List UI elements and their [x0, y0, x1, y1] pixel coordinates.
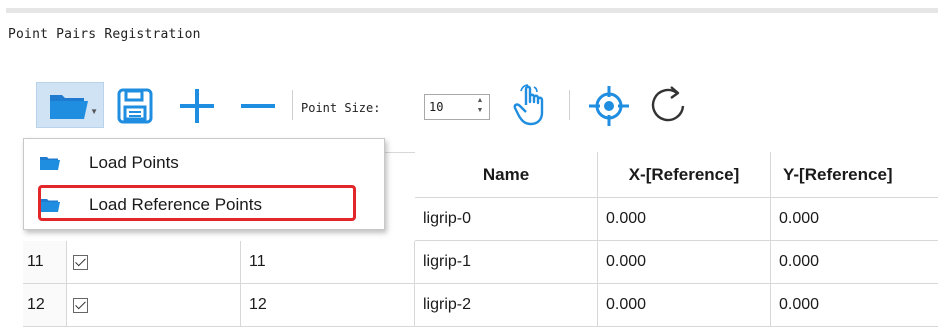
point-size-spinbox[interactable]: 10 ▲ ▼	[424, 94, 490, 120]
menu-item-load-points[interactable]: Load Points	[24, 145, 384, 181]
toolbar-separator	[292, 90, 293, 120]
menu-item-label: Load Points	[89, 153, 179, 172]
window-title: Point Pairs Registration	[8, 27, 201, 42]
column-header-name[interactable]: Name	[415, 152, 598, 198]
minus-icon	[241, 104, 275, 108]
column-header-x-reference[interactable]: X-[Reference]	[598, 152, 771, 198]
folder-icon	[40, 157, 60, 170]
point-size-label: Point Size:	[301, 101, 381, 115]
table-cell-name[interactable]: ligrip-1	[415, 241, 598, 284]
table-cell-y-reference[interactable]: 0.000	[771, 198, 938, 241]
open-dropdown-menu: Load Points Load Reference Points	[23, 138, 385, 230]
row-checkbox[interactable]	[73, 254, 88, 270]
save-icon	[117, 88, 153, 124]
toolbar-separator	[569, 90, 570, 120]
table-cell-name[interactable]: ligrip-2	[415, 284, 598, 327]
pick-point-button[interactable]	[585, 82, 633, 130]
crosshair-icon	[589, 86, 629, 126]
toolbar: ▼ Point Size: 10 ▲ ▼	[0, 76, 938, 136]
spin-down-icon[interactable]: ▼	[473, 106, 487, 116]
top-divider	[6, 8, 938, 13]
open-folder-icon	[50, 95, 88, 119]
row-checkbox[interactable]	[73, 297, 88, 313]
row-header[interactable]: 12	[23, 284, 67, 327]
refresh-button[interactable]	[645, 82, 693, 130]
table-cell-y-reference[interactable]: 0.000	[771, 241, 938, 284]
spin-up-icon[interactable]: ▲	[473, 96, 487, 106]
remove-point-button[interactable]	[236, 84, 280, 128]
hand-pointer-icon	[513, 84, 544, 126]
table-cell-checkbox[interactable]	[67, 241, 241, 284]
point-size-value[interactable]: 10	[429, 100, 443, 114]
save-button[interactable]	[113, 84, 157, 128]
table-cell-x-reference[interactable]: 0.000	[598, 284, 771, 327]
add-point-button[interactable]	[175, 84, 219, 128]
table-cell-id[interactable]: 11	[241, 241, 415, 284]
table-cell-x-reference[interactable]: 0.000	[598, 198, 771, 241]
table-cell-checkbox[interactable]	[67, 284, 241, 327]
pan-tool-button[interactable]	[506, 80, 558, 130]
table-cell-name[interactable]: ligrip-0	[415, 198, 598, 241]
table-cell-id[interactable]: 12	[241, 284, 415, 327]
table-cell-y-reference[interactable]: 0.000	[771, 284, 938, 327]
column-header-y-reference[interactable]: Y-[Reference]	[771, 152, 938, 198]
row-number: 11	[27, 253, 44, 270]
red-highlight-box	[38, 185, 356, 221]
table-cell-x-reference[interactable]: 0.000	[598, 241, 771, 284]
spin-arrows[interactable]: ▲ ▼	[473, 96, 487, 118]
plus-icon	[180, 89, 214, 123]
top-strip	[0, 0, 938, 14]
open-menu-button[interactable]: ▼	[36, 82, 104, 128]
refresh-icon	[651, 86, 685, 122]
row-number: 12	[27, 296, 45, 313]
chevron-down-icon: ▼	[90, 107, 98, 116]
row-header[interactable]: 11	[23, 241, 67, 284]
